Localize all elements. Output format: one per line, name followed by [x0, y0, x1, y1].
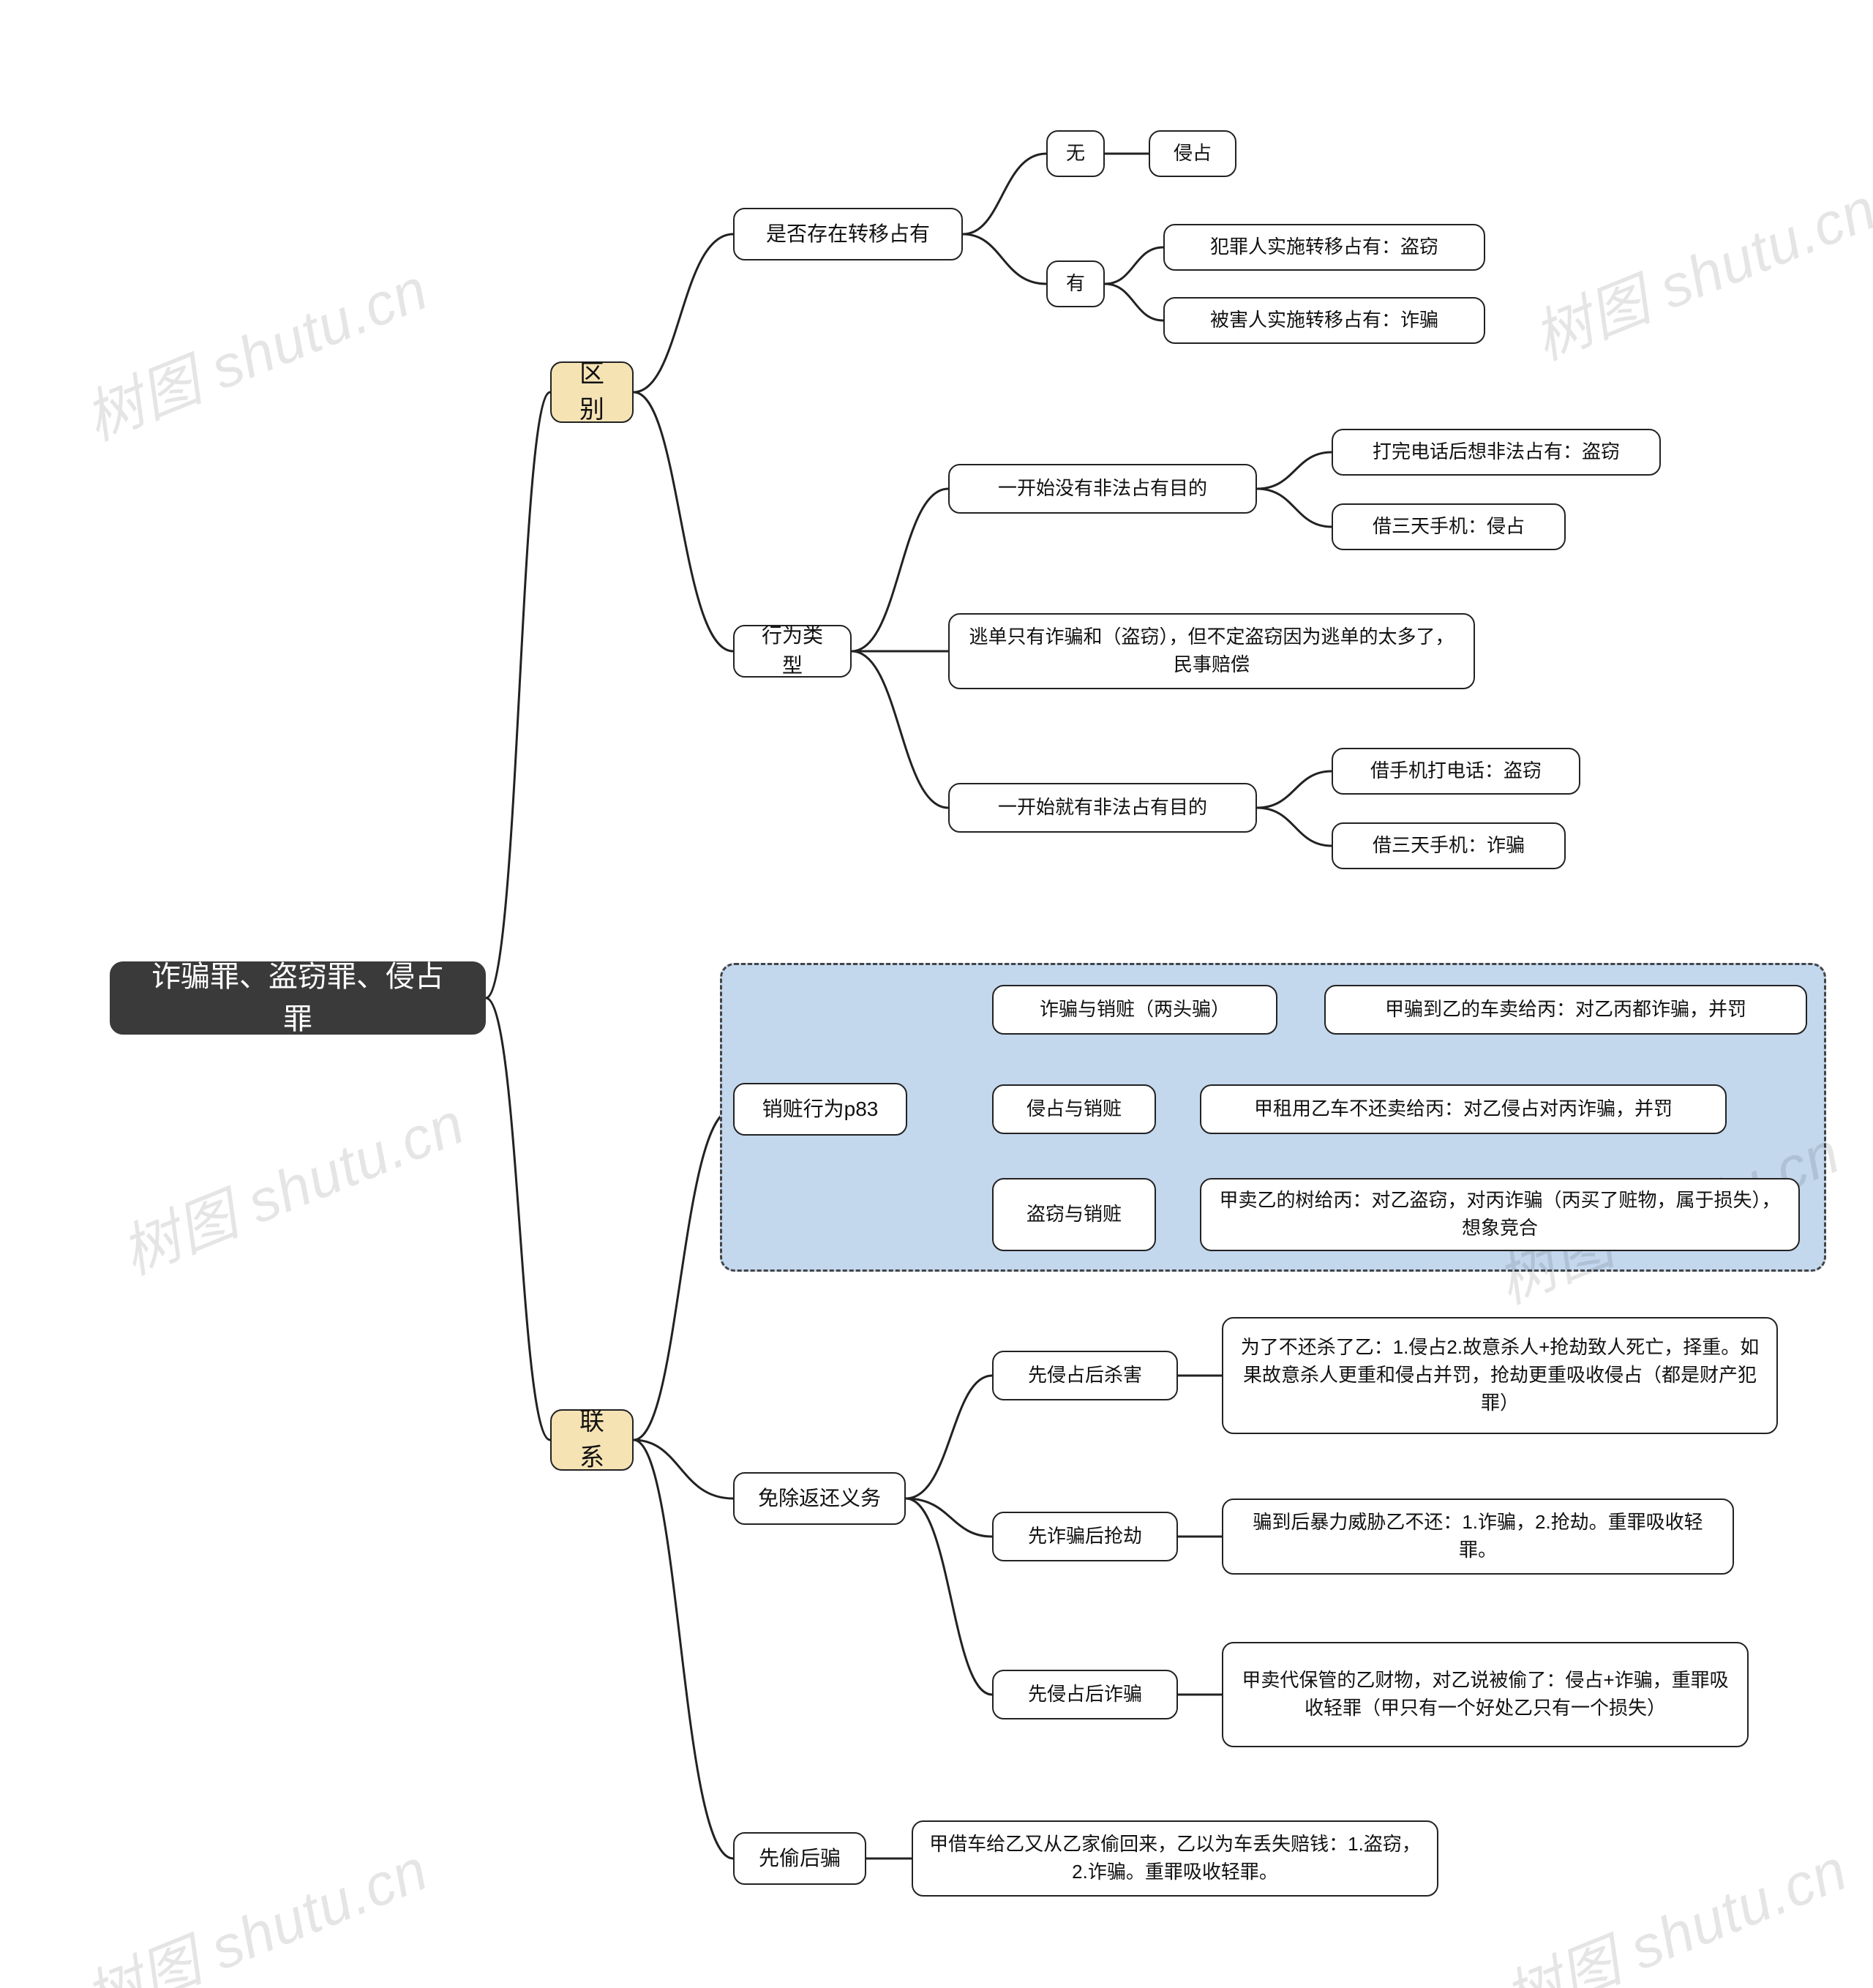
- watermark: 树图 shutu.cn: [1490, 1823, 1858, 1988]
- node-borrow-3d-1[interactable]: 借三天手机：侵占: [1332, 503, 1566, 550]
- watermark: 树图 shutu.cn: [1519, 162, 1873, 376]
- node-transfer-possession[interactable]: 是否存在转移占有: [733, 208, 963, 260]
- node-fencing-p83[interactable]: 销赃行为p83: [733, 1083, 907, 1136]
- node-steal-fraud[interactable]: 先偷后骗: [733, 1832, 866, 1885]
- watermark: 树图 shutu.cn: [70, 242, 438, 457]
- node-dine-dash[interactable]: 逃单只有诈骗和（盗窃），但不定盗窃因为逃单的太多了，民事赔偿: [948, 613, 1475, 689]
- node-borrow-phone-call[interactable]: 借手机打电话：盗窃: [1332, 748, 1580, 795]
- node-no-intent[interactable]: 一开始没有非法占有目的: [948, 464, 1257, 514]
- node-exempt-return[interactable]: 免除返还义务: [733, 1472, 906, 1525]
- node-fraud-by-victim[interactable]: 被害人实施转移占有：诈骗: [1163, 297, 1485, 344]
- node-fraud-rob[interactable]: 先诈骗后抢劫: [992, 1512, 1178, 1561]
- node-behavior-type[interactable]: 行为类型: [733, 625, 852, 678]
- node-borrow-3d-2[interactable]: 借三天手机：诈骗: [1332, 822, 1566, 869]
- node-theft-by-offender[interactable]: 犯罪人实施转移占有：盗窃: [1163, 224, 1485, 271]
- node-fraud-fence[interactable]: 诈骗与销赃（两头骗）: [992, 985, 1277, 1035]
- watermark: 树图 shutu.cn: [70, 1823, 438, 1988]
- node-qinzhan-1[interactable]: 侵占: [1149, 130, 1236, 177]
- node-emb-fence[interactable]: 侵占与销赃: [992, 1084, 1156, 1134]
- node-after-call[interactable]: 打完电话后想非法占有：盗窃: [1332, 429, 1661, 476]
- node-qubie[interactable]: 区别: [550, 361, 634, 423]
- node-theft-fence[interactable]: 盗窃与销赃: [992, 1178, 1156, 1251]
- node-wu[interactable]: 无: [1046, 130, 1105, 177]
- node-has-intent[interactable]: 一开始就有非法占有目的: [948, 783, 1257, 833]
- node-emb-fraud[interactable]: 先侵占后诈骗: [992, 1670, 1178, 1719]
- node-steal-fraud-case[interactable]: 甲借车给乙又从乙家偷回来，乙以为车丢失赔钱：1.盗窃，2.诈骗。重罪吸收轻罪。: [912, 1820, 1438, 1897]
- node-lianxi[interactable]: 联系: [550, 1409, 634, 1471]
- node-fraud-fence-case[interactable]: 甲骗到乙的车卖给丙：对乙丙都诈骗，并罚: [1324, 985, 1807, 1035]
- node-emb-fence-case[interactable]: 甲租用乙车不还卖给丙：对乙侵占对丙诈骗，并罚: [1200, 1084, 1727, 1134]
- root-node[interactable]: 诈骗罪、盗窃罪、侵占罪: [110, 961, 486, 1035]
- node-emb-kill[interactable]: 先侵占后杀害: [992, 1351, 1178, 1400]
- node-emb-kill-case[interactable]: 为了不还杀了乙：1.侵占2.故意杀人+抢劫致人死亡，择重。如果故意杀人更重和侵占…: [1222, 1317, 1778, 1434]
- watermark: 树图 shutu.cn: [107, 1076, 475, 1291]
- node-emb-fraud-case[interactable]: 甲卖代保管的乙财物，对乙说被偷了：侵占+诈骗，重罪吸收轻罪（甲只有一个好处乙只有…: [1222, 1642, 1749, 1747]
- node-you[interactable]: 有: [1046, 260, 1105, 307]
- node-theft-fence-case[interactable]: 甲卖乙的树给丙：对乙盗窃，对丙诈骗（丙买了赃物，属于损失），想象竞合: [1200, 1178, 1800, 1251]
- node-fraud-rob-case[interactable]: 骗到后暴力威胁乙不还：1.诈骗，2.抢劫。重罪吸收轻罪。: [1222, 1498, 1734, 1575]
